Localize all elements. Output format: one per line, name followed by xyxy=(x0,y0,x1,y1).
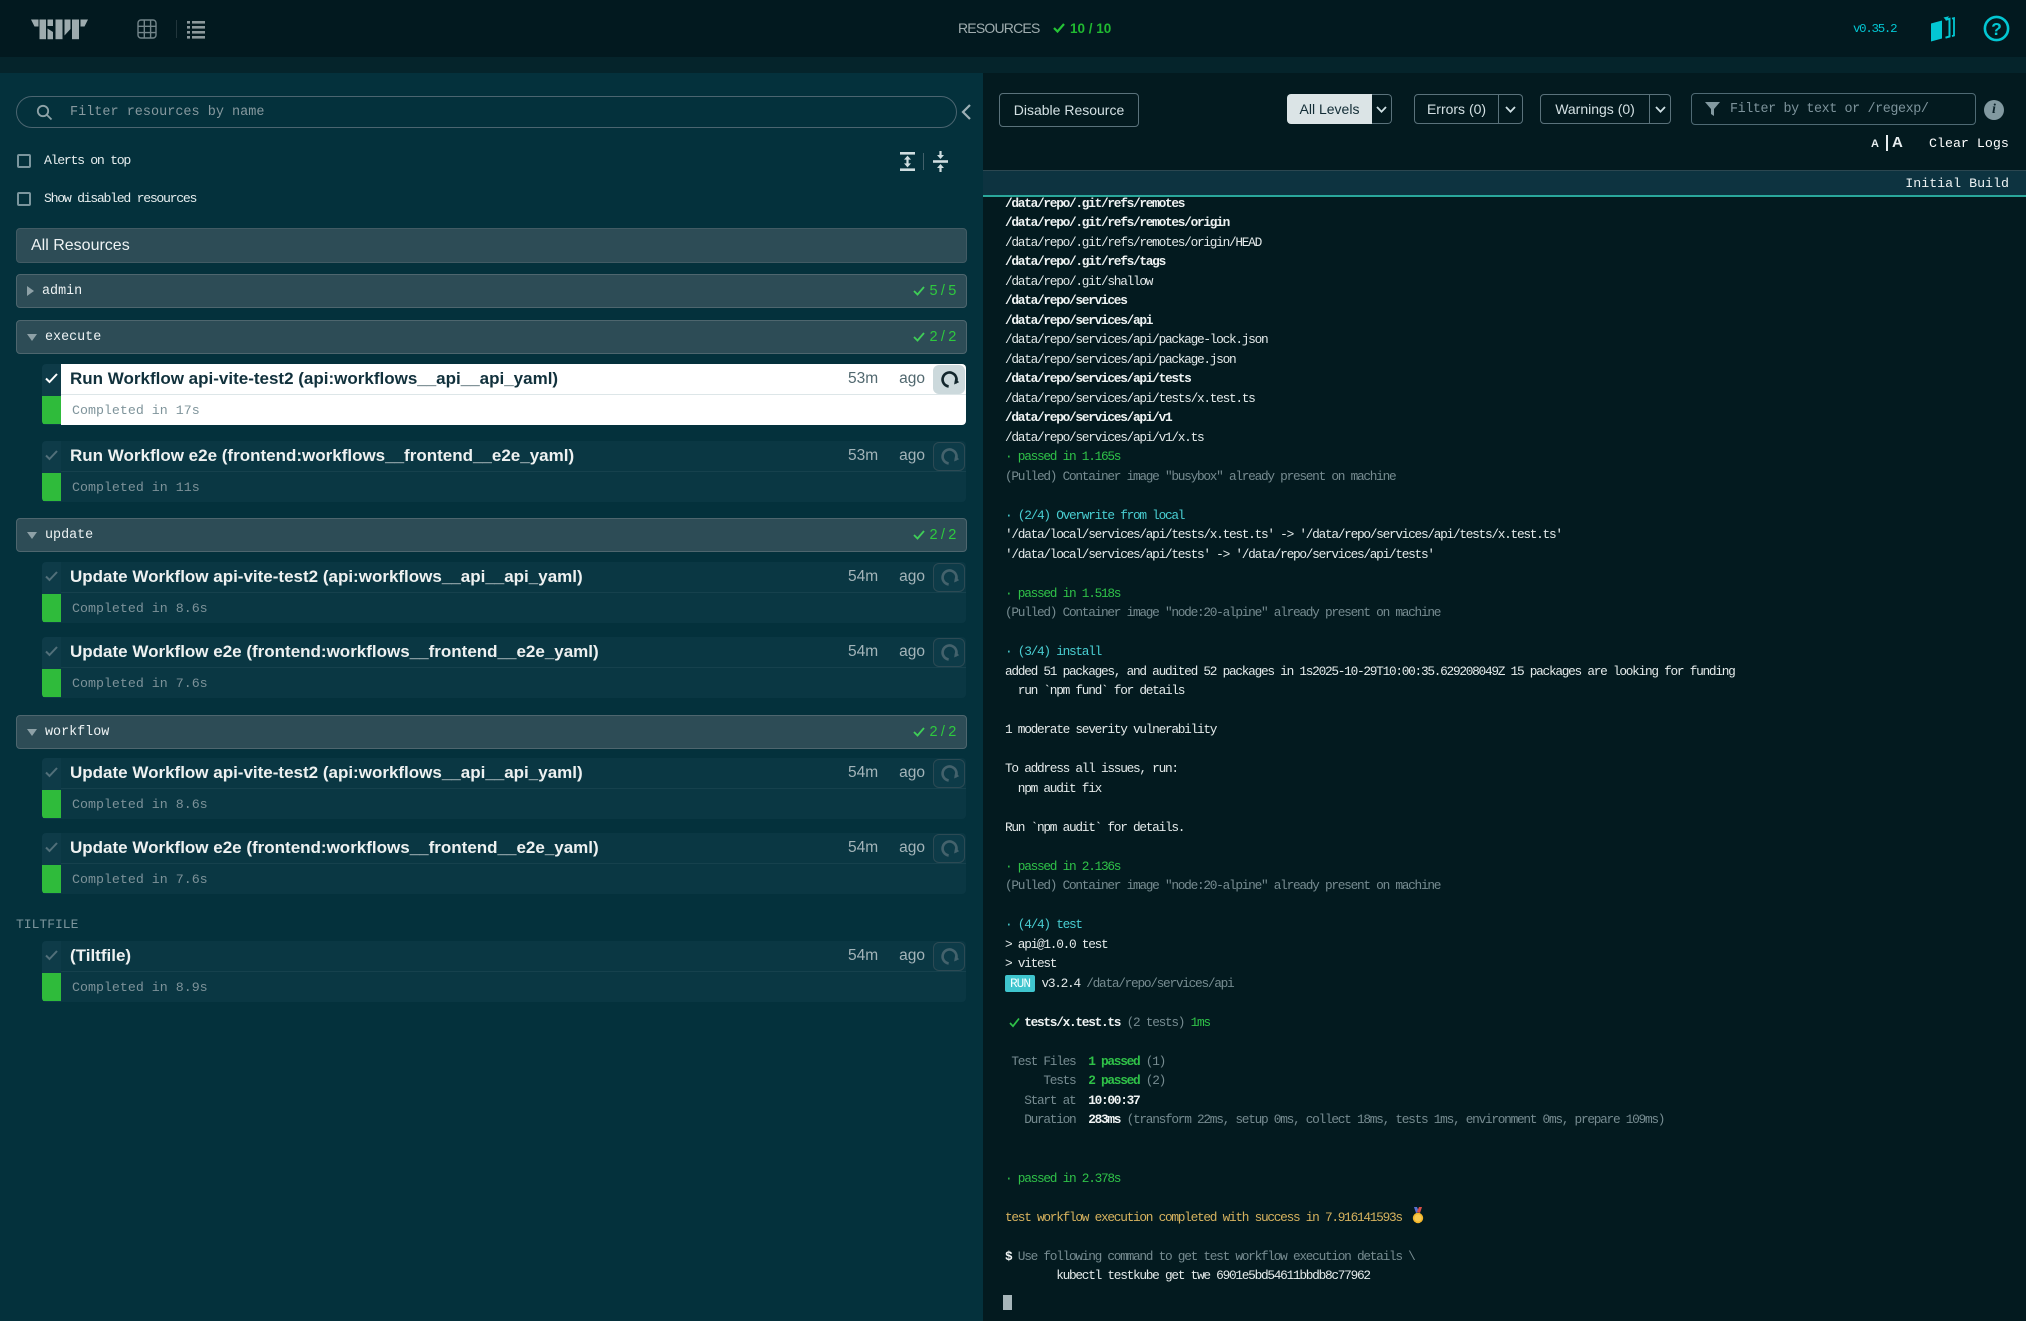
svg-text:?: ? xyxy=(1991,19,2002,39)
